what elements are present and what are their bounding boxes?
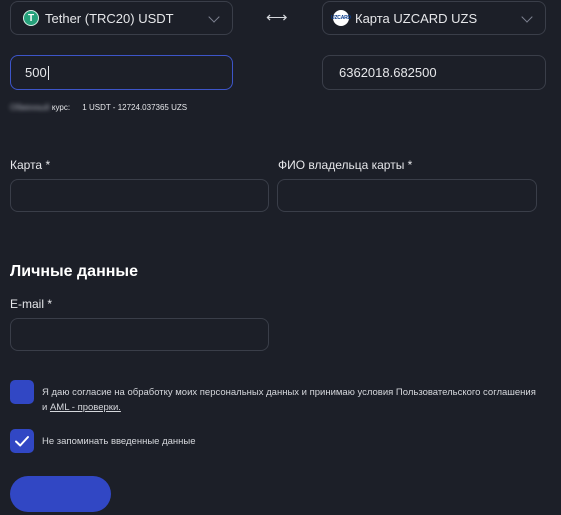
consent-checkbox[interactable] xyxy=(10,380,34,404)
card-input[interactable] xyxy=(10,179,269,212)
amount-from-input[interactable]: 500 xyxy=(10,55,233,90)
submit-button[interactable] xyxy=(10,476,111,512)
rate-prefix: Обменный xyxy=(10,103,50,112)
consent-statement: Я даю согласие на обработку моих персона… xyxy=(42,387,536,398)
amount-to-value: 6362018.682500 xyxy=(339,65,437,80)
uzcard-icon: UZCARD xyxy=(331,10,351,26)
text-caret xyxy=(47,65,49,80)
chevron-down-icon xyxy=(208,11,220,23)
email-label: E-mail * xyxy=(10,297,53,311)
tether-icon: T xyxy=(23,10,39,26)
to-currency-select[interactable]: UZCARD Карта UZCARD UZS xyxy=(322,1,546,35)
amount-to-input[interactable]: 6362018.682500 xyxy=(322,55,546,90)
rate-label: курс: xyxy=(51,103,71,112)
exchange-rate: Обменный курс: 1 USDT - 12724.037365 UZS xyxy=(10,103,187,112)
card-label: Карта * xyxy=(10,158,51,172)
rate-value: 1 USDT - 12724.037365 UZS xyxy=(82,103,188,112)
consent-text: Я даю согласие на обработку моих персона… xyxy=(42,385,552,415)
personal-data-heading: Личные данные xyxy=(10,263,138,280)
from-currency-select[interactable]: T Tether (TRC20) USDT xyxy=(10,1,233,35)
to-currency-label: Карта UZCARD UZS xyxy=(355,10,478,26)
amount-from-value: 500 xyxy=(25,65,47,80)
remember-text: Не запоминать введенные данные xyxy=(42,436,196,447)
from-currency-label: Tether (TRC20) USDT xyxy=(45,10,174,26)
consent-and: и xyxy=(42,402,48,413)
aml-link[interactable]: AML - проверки. xyxy=(50,402,121,413)
swap-icon[interactable]: ⟷ xyxy=(266,8,288,26)
check-icon xyxy=(15,436,29,447)
email-input[interactable] xyxy=(10,318,269,351)
holder-label: ФИО владельца карты * xyxy=(278,158,413,172)
holder-input[interactable] xyxy=(277,179,537,212)
remember-checkbox[interactable] xyxy=(10,429,34,453)
chevron-down-icon xyxy=(521,11,533,23)
